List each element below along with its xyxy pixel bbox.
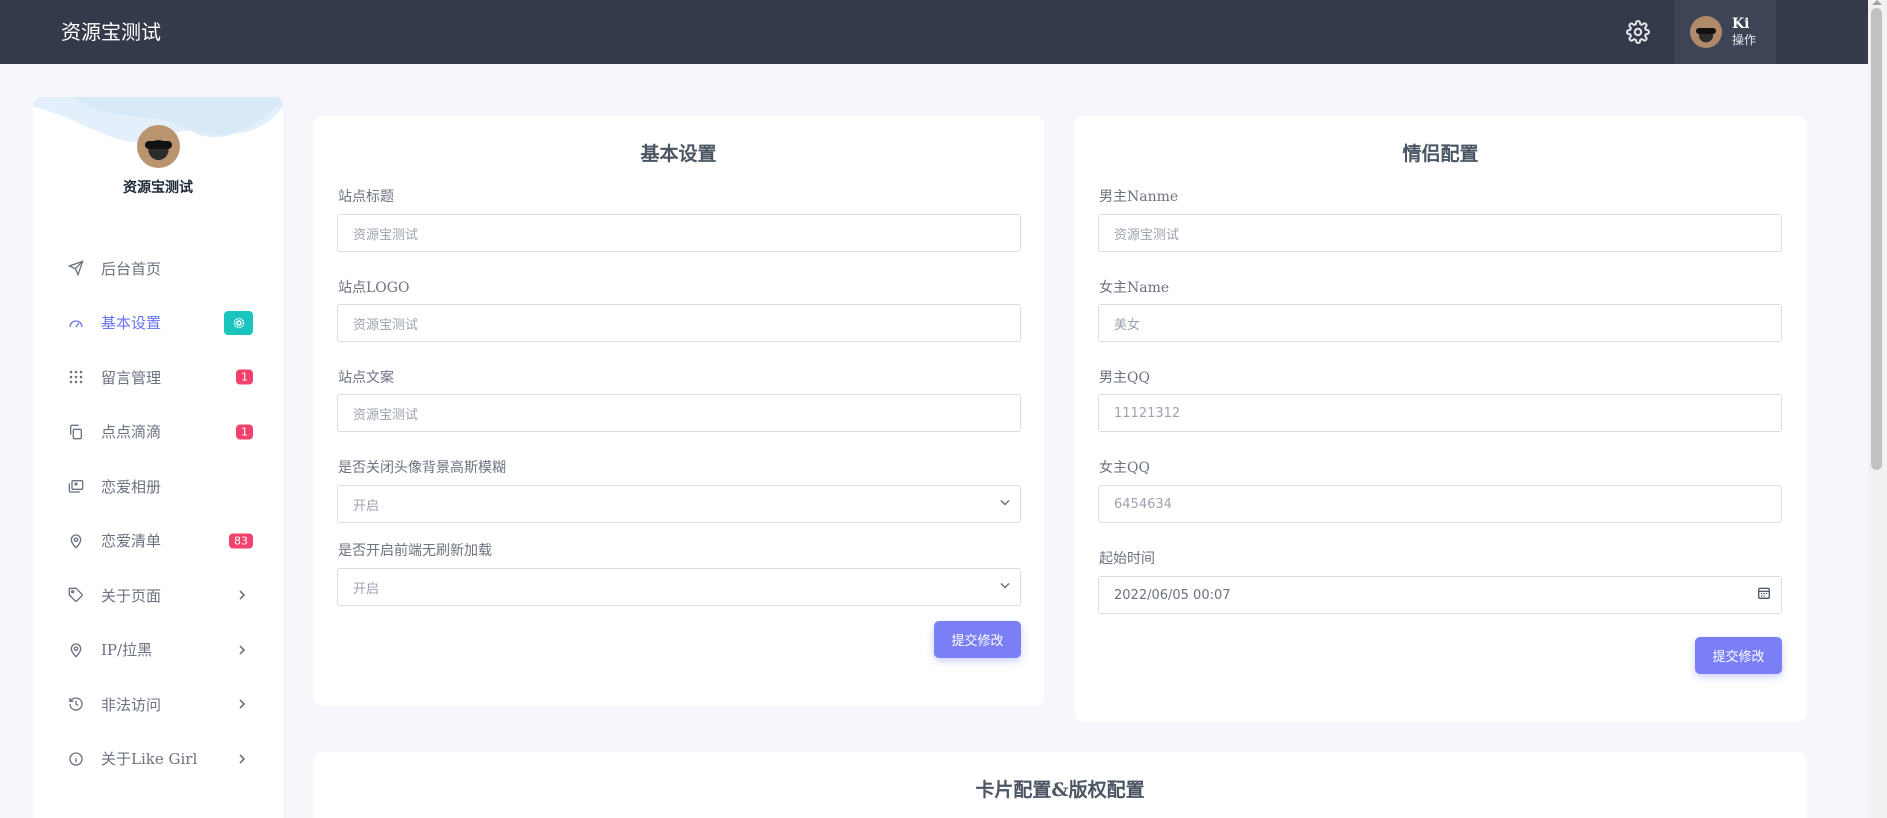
sidebar-item-moments[interactable]: 点点滴滴 1 [33,405,283,460]
history-icon [67,695,85,713]
sidebar-item-album[interactable]: 恋爱相册 [33,459,283,514]
count-badge: 1 [236,369,253,385]
photos-icon [67,477,85,495]
top-bar: 资源宝测试 Ki 操作 [0,0,1868,64]
site-title-placeholder: 资源宝测试 [353,227,419,243]
sidebar-item-label: 关于Like Girl [101,750,198,769]
sidebar-item-messages[interactable]: 留言管理 1 [33,350,283,405]
chevron-right-icon [237,750,247,768]
female-qq-label: 女主QQ [1099,460,1150,476]
active-settings-badge [224,310,253,335]
male-name-placeholder: 资源宝测试 [1114,227,1180,243]
site-copy-placeholder: 资源宝测试 [353,407,419,423]
calendar-icon[interactable] [1757,586,1771,604]
female-name-placeholder: 美女 [1114,317,1141,333]
female-name-input[interactable]: 美女 [1098,304,1782,342]
sidebar-item-home[interactable]: 后台首页 [33,241,283,296]
sidebar-item-basic-settings[interactable]: 基本设置 [33,296,283,351]
site-logo-input[interactable]: 资源宝测试 [337,304,1021,342]
start-time-input[interactable]: 2022/06/05 00:07 [1098,576,1782,614]
sidebar-item-label: 留言管理 [101,368,162,387]
map-pin-icon [67,641,85,659]
grid-dots-icon [67,368,85,386]
couple-submit-button[interactable]: 提交修改 [1695,637,1782,674]
gauge-icon [67,314,85,332]
info-icon [67,750,85,768]
sidebar-item-label: 非法访问 [101,695,162,714]
user-avatar [1690,16,1722,48]
male-name-label: 男主Nanme [1099,189,1179,205]
card-title: 卡片配置&版权配置 [975,779,1145,801]
chevron-right-icon [237,695,247,713]
start-time-label: 起始时间 [1099,551,1155,567]
sidebar-item-label: 关于页面 [101,586,162,605]
male-qq-placeholder: 11121312 [1114,405,1181,421]
sidebar-item-label: 恋爱相册 [101,477,162,496]
blur-setting-value: 开启 [353,498,380,514]
sidebar-item-label: IP/拉黑 [101,641,153,660]
chevron-down-icon [1000,580,1010,595]
basic-submit-button[interactable]: 提交修改 [934,621,1021,658]
blur-setting-label: 是否关闭头像背景高斯模糊 [338,460,506,476]
sidebar: 资源宝测试 后台首页 基本设置 留言管理 1 点点滴滴 1 恋爱相册 恋爱清单 … [33,97,283,818]
sidebar-item-about-like-girl[interactable]: 关于Like Girl [33,732,283,787]
refresh-setting-label: 是否开启前端无刷新加载 [338,543,492,559]
scrollbar-thumb[interactable] [1871,8,1882,470]
tag-icon [67,586,85,604]
chevron-right-icon [237,641,247,659]
female-qq-input[interactable]: 6454634 [1098,485,1782,523]
male-name-input[interactable]: 资源宝测试 [1098,214,1782,252]
sidebar-avatar [137,125,180,168]
female-name-label: 女主Name [1099,280,1170,296]
site-logo-label: 站点LOGO [338,280,410,296]
card-title: 情侣配置 [1402,143,1479,165]
site-logo-placeholder: 资源宝测试 [353,317,419,333]
female-qq-placeholder: 6454634 [1114,496,1172,512]
site-copy-input[interactable]: 资源宝测试 [337,394,1021,432]
settings-gear-icon[interactable] [1624,18,1652,46]
card-copyright-config-card: 卡片配置&版权配置 [313,752,1807,818]
site-title-label: 站点标题 [338,189,394,205]
sidebar-title: 资源宝测试 [123,180,193,196]
chevron-right-icon [237,586,247,604]
sidebar-item-about-page[interactable]: 关于页面 [33,568,283,623]
user-name: Ki [1732,16,1750,33]
site-copy-label: 站点文案 [338,370,394,386]
card-title: 基本设置 [640,143,717,165]
copy-icon [67,423,85,441]
start-time-value: 2022/06/05 00:07 [1114,587,1231,603]
map-pin-icon [67,532,85,550]
basic-settings-card: 基本设置 站点标题 资源宝测试 站点LOGO 资源宝测试 站点文案 资源宝测试 … [313,116,1044,706]
sidebar-item-love-list[interactable]: 恋爱清单 83 [33,514,283,569]
site-title-input[interactable]: 资源宝测试 [337,214,1021,252]
sidebar-item-illegal-access[interactable]: 非法访问 [33,677,283,732]
male-qq-label: 男主QQ [1099,370,1150,386]
male-qq-input[interactable]: 11121312 [1098,394,1782,432]
sidebar-menu: 后台首页 基本设置 留言管理 1 点点滴滴 1 恋爱相册 恋爱清单 83 关于页… [33,241,283,786]
sidebar-item-label: 恋爱清单 [101,532,162,551]
count-badge: 1 [236,424,253,440]
brand-title[interactable]: 资源宝测试 [61,16,161,45]
sidebar-item-ip-block[interactable]: IP/拉黑 [33,623,283,678]
user-role: 操作 [1732,33,1757,48]
sidebar-item-label: 后台首页 [101,259,162,278]
send-icon [67,259,85,277]
sidebar-item-label: 基本设置 [101,314,162,333]
chevron-down-icon [1000,497,1010,512]
user-menu[interactable]: Ki 操作 [1674,0,1776,64]
sidebar-item-label: 点点滴滴 [101,423,162,442]
refresh-setting-select[interactable]: 开启 [337,568,1021,606]
refresh-setting-value: 开启 [353,581,380,597]
scroll-up-arrow-icon[interactable] [1872,0,1882,5]
couple-config-card: 情侣配置 男主Nanme 资源宝测试 女主Name 美女 男主QQ 111213… [1074,116,1807,722]
blur-setting-select[interactable]: 开启 [337,485,1021,523]
count-badge: 83 [229,533,253,549]
